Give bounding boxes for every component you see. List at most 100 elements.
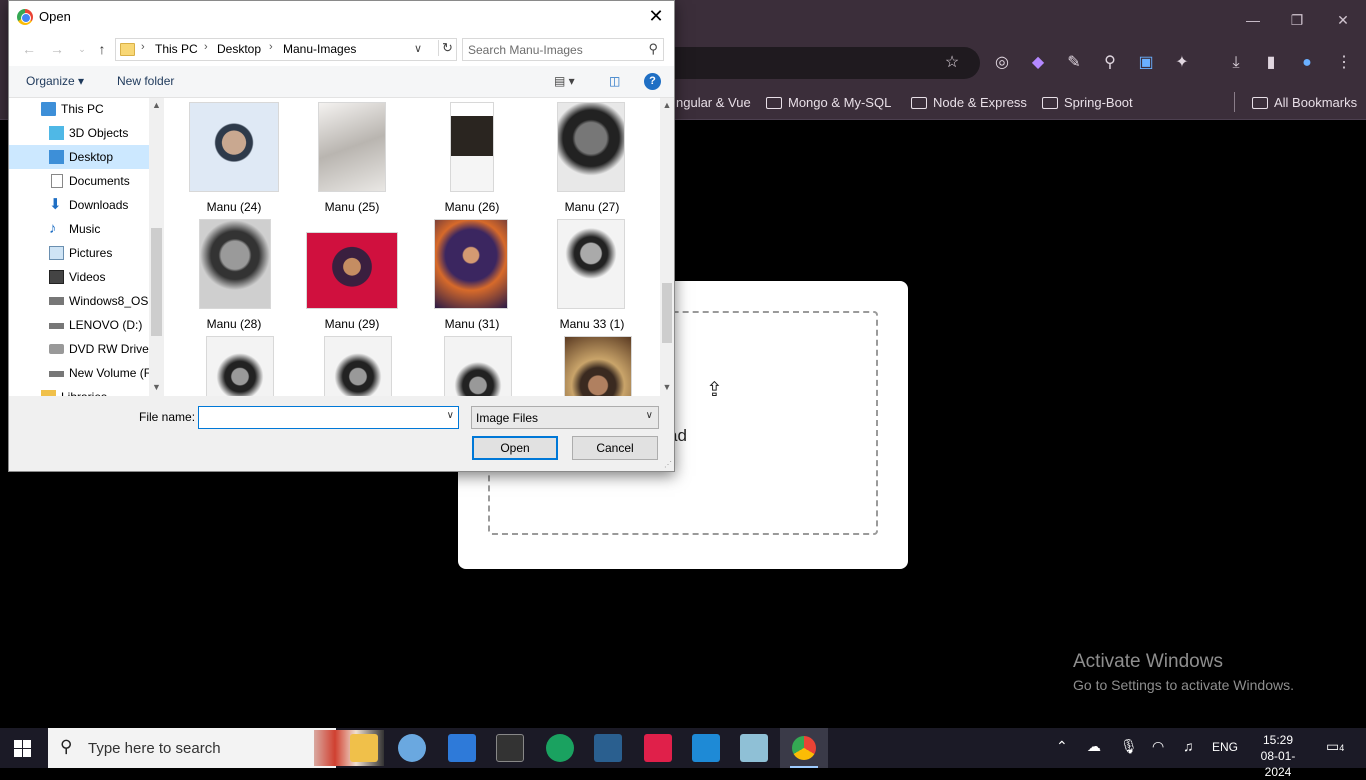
extension-icon[interactable]: ⚲ — [1099, 52, 1121, 74]
clock[interactable]: 15:29 08-01-2024 — [1248, 732, 1308, 780]
taskbar-search[interactable]: ⚲ Type here to search — [48, 728, 384, 768]
notifications-icon[interactable]: ▭4 — [1326, 738, 1344, 755]
minimize-icon[interactable]: — — [1238, 8, 1268, 32]
file-item[interactable]: Manu (26) — [414, 102, 530, 217]
all-bookmarks[interactable]: All Bookmarks — [1252, 93, 1357, 113]
file-item[interactable]: Manu (29) — [294, 219, 410, 334]
bookmark-folder[interactable]: Mongo & My-SQL — [766, 93, 891, 113]
refresh-icon[interactable]: ↻ — [438, 40, 456, 56]
file-name-input[interactable] — [203, 410, 433, 425]
nav-item-new-volume[interactable]: New Volume (F — [9, 361, 151, 385]
nav-item-windows8-os[interactable]: Windows8_OS — [9, 289, 149, 313]
breadcrumb-item[interactable]: Desktop — [217, 42, 261, 56]
cancel-button[interactable]: Cancel — [572, 436, 658, 460]
volume-icon[interactable]: ♫ — [1183, 738, 1194, 754]
scroll-up-icon[interactable]: ▲ — [660, 100, 674, 110]
extension-icon[interactable]: ◎ — [991, 52, 1013, 74]
wifi-icon[interactable]: ◠ — [1152, 738, 1164, 755]
scroll-down-icon[interactable]: ▼ — [149, 382, 164, 392]
file-item[interactable] — [534, 336, 650, 396]
language-indicator[interactable]: ENG — [1212, 740, 1238, 754]
forward-arrow-icon[interactable]: → — [48, 40, 66, 58]
breadcrumb-item[interactable]: Manu-Images — [283, 42, 356, 56]
new-folder-button[interactable]: New folder — [117, 74, 174, 88]
nav-item-lenovo-d[interactable]: LENOVO (D:) — [9, 313, 149, 337]
file-list-scrollbar[interactable]: ▲ ▼ — [660, 98, 674, 396]
nav-item-downloads[interactable]: ⬇ Downloads — [9, 193, 149, 217]
file-name-field[interactable]: ∨ — [198, 406, 459, 429]
mongodb-compass-icon[interactable] — [546, 734, 574, 762]
show-hidden-icons-icon[interactable]: ⌃ — [1056, 738, 1068, 755]
eyedropper-icon[interactable]: ✎ — [1063, 52, 1085, 74]
notepad-icon[interactable] — [740, 734, 768, 762]
bookmark-folder[interactable]: Node & Express — [911, 93, 1027, 113]
file-item[interactable]: Manu (31) — [414, 219, 530, 334]
nav-item-desktop[interactable]: Desktop — [9, 145, 149, 169]
back-arrow-icon[interactable]: ← — [20, 40, 38, 58]
search-icon[interactable]: ⚲ — [648, 41, 658, 57]
bookmark-star-icon[interactable]: ☆ — [941, 52, 963, 74]
side-panel-icon[interactable]: ▮ — [1260, 52, 1282, 74]
bookmark-folder[interactable]: Spring-Boot — [1042, 93, 1133, 113]
download-icon[interactable]: ⤓ — [1225, 52, 1247, 74]
search-input[interactable] — [468, 42, 638, 58]
extensions-puzzle-icon[interactable]: ✦ — [1171, 52, 1193, 74]
windows-start-icon[interactable] — [14, 740, 31, 757]
nav-item-videos[interactable]: Videos — [9, 265, 149, 289]
up-arrow-icon[interactable]: ↑ — [93, 40, 111, 58]
chevron-down-icon[interactable]: ∨ — [447, 410, 454, 421]
file-item[interactable]: Manu (27) — [534, 102, 650, 217]
breadcrumb[interactable]: › This PC › Desktop › Manu-Images ∨ ↻ — [115, 38, 457, 61]
address-bar[interactable] — [640, 47, 980, 79]
view-options-icon[interactable]: ▤ ▾ — [554, 74, 575, 88]
file-explorer-icon[interactable] — [350, 734, 378, 762]
resize-grip-icon[interactable]: ⋰ — [664, 460, 672, 469]
bookmark-folder[interactable]: ngular & Vue — [676, 93, 751, 113]
file-item[interactable]: Manu (28) — [176, 219, 292, 334]
scrollbar-thumb[interactable] — [662, 283, 672, 343]
restore-icon[interactable]: ❐ — [1282, 8, 1312, 32]
mysql-workbench-icon[interactable] — [594, 734, 622, 762]
open-button[interactable]: Open — [472, 436, 558, 460]
extension-icon[interactable]: ◆ — [1027, 52, 1049, 74]
nav-item-documents[interactable]: Documents — [9, 169, 149, 193]
vscode-icon[interactable] — [692, 734, 720, 762]
microphone-icon[interactable]: 🎙 — [1120, 738, 1138, 755]
file-item[interactable]: Manu (25) — [294, 102, 410, 217]
close-window-icon[interactable]: ✕ — [1328, 8, 1358, 32]
chevron-down-icon[interactable]: ∨ — [414, 42, 422, 55]
nav-scrollbar[interactable]: ▲ ▼ — [149, 98, 164, 396]
preview-pane-icon[interactable]: ◫ — [609, 74, 620, 88]
nav-item-pictures[interactable]: Pictures — [9, 241, 149, 265]
file-type-select[interactable]: Image Files ∨ — [471, 406, 659, 429]
file-item[interactable]: Manu (24) — [176, 102, 292, 217]
app-icon[interactable] — [398, 734, 426, 762]
nav-item-3d-objects[interactable]: 3D Objects — [9, 121, 149, 145]
image-thumbnail — [557, 219, 625, 309]
file-item[interactable] — [414, 336, 530, 396]
menu-kebab-icon[interactable]: ⋮ — [1333, 52, 1355, 74]
scrollbar-thumb[interactable] — [151, 228, 162, 336]
profile-avatar-icon[interactable]: ● — [1296, 52, 1318, 74]
nav-item-dvd-rw[interactable]: DVD RW Drive — [9, 337, 149, 361]
recent-chevron-icon[interactable]: ⌄ — [73, 40, 91, 58]
close-icon[interactable]: ✕ — [644, 5, 668, 27]
intellij-idea-icon[interactable] — [644, 734, 672, 762]
microsoft-store-icon[interactable] — [448, 734, 476, 762]
organize-button[interactable]: Organize ▾ — [26, 74, 84, 88]
search-box[interactable]: ⚲ — [462, 38, 664, 61]
file-item[interactable] — [294, 336, 410, 396]
extension-icon[interactable]: ▣ — [1135, 52, 1157, 74]
file-item[interactable]: Manu 33 (1) — [534, 219, 650, 334]
scroll-up-icon[interactable]: ▲ — [149, 100, 164, 110]
file-item[interactable] — [176, 336, 292, 396]
chrome-taskbar-button[interactable] — [780, 728, 828, 768]
nav-item-libraries[interactable]: Libraries — [9, 385, 149, 396]
scroll-down-icon[interactable]: ▼ — [660, 382, 674, 392]
onedrive-icon[interactable]: ☁ — [1087, 738, 1101, 755]
terminal-icon[interactable] — [496, 734, 524, 762]
nav-item-this-pc[interactable]: This PC — [9, 98, 149, 121]
breadcrumb-item[interactable]: This PC — [155, 42, 198, 56]
nav-item-music[interactable]: ♪ Music — [9, 217, 149, 241]
help-icon[interactable]: ? — [644, 73, 661, 90]
